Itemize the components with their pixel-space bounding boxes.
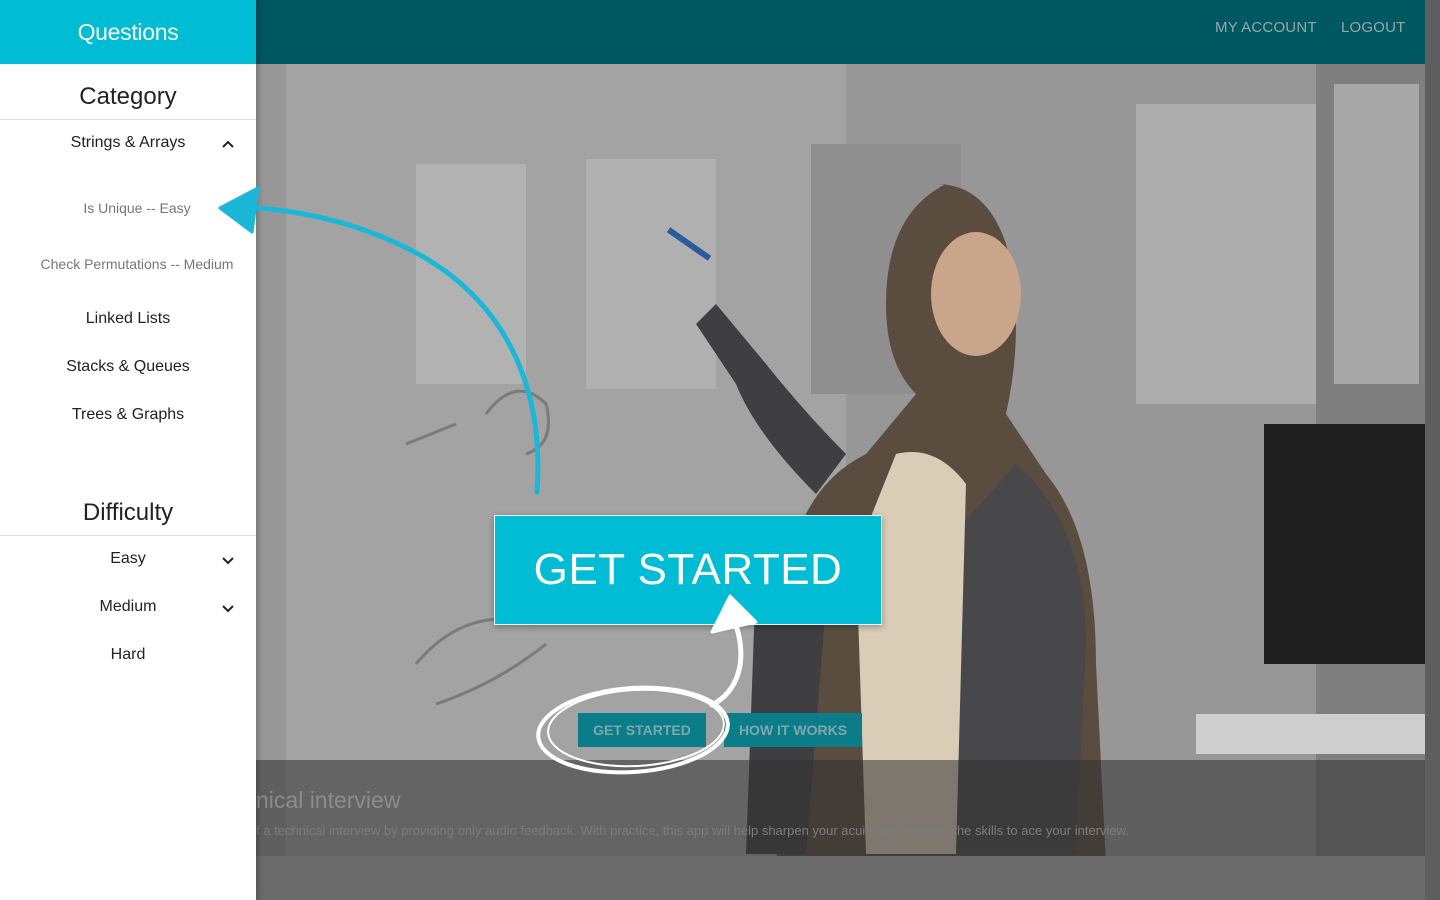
page-footer-gap	[256, 856, 1425, 900]
caption-band	[256, 760, 1425, 856]
logout-link[interactable]: LOGOUT	[1341, 19, 1406, 36]
hero-caption-text: f a technical interview by providing onl…	[256, 823, 1129, 838]
top-navbar: MY ACCOUNT LOGOUT	[256, 0, 1425, 64]
sidebar-item-stacks-queues[interactable]: Stacks & Queues	[0, 358, 256, 376]
sidebar-item-trees-graphs[interactable]: Trees & Graphs	[0, 406, 256, 424]
difficulty-item-medium[interactable]: Medium	[0, 598, 256, 616]
hero-section: nical interview f a technical interview …	[256, 64, 1425, 856]
get-started-callout-button[interactable]: GET STARTED	[494, 515, 882, 625]
category-heading: Category	[79, 83, 177, 110]
sidebar-title: Questions	[0, 0, 256, 64]
difficulty-item-hard[interactable]: Hard	[0, 646, 256, 664]
chevron-down-icon[interactable]	[219, 599, 237, 617]
page-edge	[1425, 0, 1440, 900]
my-account-link[interactable]: MY ACCOUNT	[1215, 19, 1317, 36]
divider	[0, 535, 256, 536]
how-it-works-button[interactable]: HOW IT WORKS	[724, 713, 862, 747]
question-item-is-unique[interactable]: Is Unique -- Easy	[0, 200, 274, 216]
chevron-up-icon[interactable]	[219, 135, 237, 153]
difficulty-item-easy[interactable]: Easy	[0, 550, 256, 568]
sidebar-item-linked-lists[interactable]: Linked Lists	[0, 310, 256, 328]
sidebar-item-strings-arrays[interactable]: Strings & Arrays	[0, 134, 256, 152]
question-item-check-permutations[interactable]: Check Permutations -- Medium	[0, 256, 274, 272]
hero-caption-title: nical interview	[256, 787, 401, 813]
questions-sidebar: Questions Category Strings & Arrays Is U…	[0, 0, 256, 900]
chevron-down-icon[interactable]	[219, 551, 237, 569]
get-started-button[interactable]: GET STARTED	[578, 713, 706, 747]
difficulty-heading: Difficulty	[82, 499, 174, 526]
divider	[0, 119, 256, 120]
